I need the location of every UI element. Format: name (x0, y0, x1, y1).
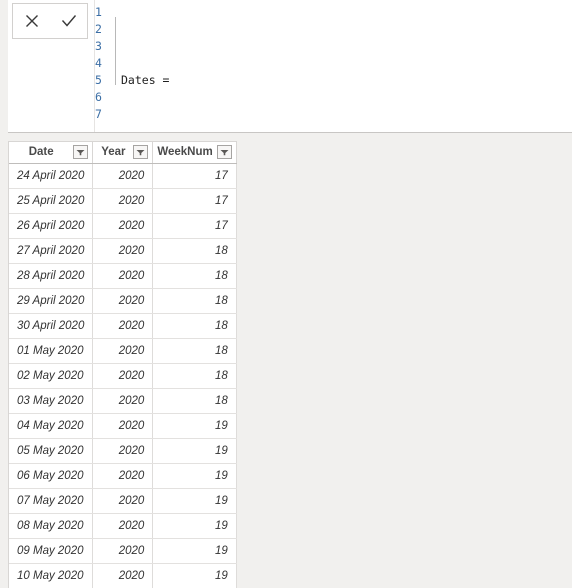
table-row[interactable]: 30 April 2020 2020 18 (9, 313, 237, 339)
line-number: 7 (95, 107, 102, 121)
cell-year[interactable]: 2020 (92, 363, 154, 389)
line-number: 3 (95, 39, 102, 53)
column-header-label: WeekNum (157, 146, 213, 159)
data-preview-grid: Date Year WeekNum 24 April 2020 2020 17 … (8, 141, 237, 588)
measure-name-token: Dates = (121, 73, 170, 87)
column-header-date[interactable]: Date (9, 142, 94, 164)
table-row[interactable]: 09 May 2020 2020 19 (9, 538, 237, 564)
table-row[interactable]: 08 May 2020 2020 19 (9, 513, 237, 539)
column-header-weeknum[interactable]: WeekNum (152, 142, 237, 164)
cell-weeknum[interactable]: 17 (152, 188, 237, 214)
table-header-row: Date Year WeekNum (9, 142, 237, 164)
app-root: 1 2 3 4 5 6 7 Dates = ADDCOLUMNS ( CALEN… (0, 0, 572, 588)
cell-date[interactable]: 09 May 2020 (9, 538, 94, 564)
cell-date[interactable]: 10 May 2020 (9, 563, 94, 588)
table-row[interactable]: 02 May 2020 2020 18 (9, 363, 237, 389)
cell-date[interactable]: 06 May 2020 (9, 463, 94, 489)
dax-code-area[interactable]: Dates = ADDCOLUMNS ( CALENDAR ( MIN ( 'T… (111, 0, 572, 132)
cell-year[interactable]: 2020 (92, 538, 154, 564)
cell-year[interactable]: 2020 (92, 288, 154, 314)
cell-weeknum[interactable]: 18 (152, 313, 237, 339)
table-row[interactable]: 06 May 2020 2020 19 (9, 463, 237, 489)
line-number: 4 (95, 56, 102, 70)
table-row[interactable]: 24 April 2020 2020 17 (9, 163, 237, 189)
cell-year[interactable]: 2020 (92, 463, 154, 489)
column-header-label: Year (101, 146, 126, 159)
cell-year[interactable]: 2020 (92, 313, 154, 339)
cell-weeknum[interactable]: 19 (152, 463, 237, 489)
cell-date[interactable]: 02 May 2020 (9, 363, 94, 389)
cell-year[interactable]: 2020 (92, 338, 154, 364)
table-row[interactable]: 10 May 2020 2020 19 (9, 563, 237, 588)
cell-date[interactable]: 28 April 2020 (9, 263, 94, 289)
cell-date[interactable]: 29 April 2020 (9, 288, 94, 314)
cell-year[interactable]: 2020 (92, 563, 154, 588)
cell-date[interactable]: 04 May 2020 (9, 413, 94, 439)
formula-bar: 1 2 3 4 5 6 7 Dates = ADDCOLUMNS ( CALEN… (8, 0, 572, 133)
check-icon[interactable] (56, 8, 82, 34)
line-number: 2 (95, 22, 102, 36)
table-body: 24 April 2020 2020 17 25 April 2020 2020 17 26… (9, 163, 237, 588)
cell-year[interactable]: 2020 (92, 263, 154, 289)
cell-weeknum[interactable]: 18 (152, 388, 237, 414)
cell-date[interactable]: 05 May 2020 (9, 438, 94, 464)
cell-date[interactable]: 30 April 2020 (9, 313, 94, 339)
cell-date[interactable]: 26 April 2020 (9, 213, 94, 239)
cell-weeknum[interactable]: 19 (152, 538, 237, 564)
table-row[interactable]: 05 May 2020 2020 19 (9, 438, 237, 464)
cell-weeknum[interactable]: 18 (152, 238, 237, 264)
cell-date[interactable]: 24 April 2020 (9, 163, 94, 189)
cell-weeknum[interactable]: 18 (152, 363, 237, 389)
table-row[interactable]: 28 April 2020 2020 18 (9, 263, 237, 289)
cell-date[interactable]: 07 May 2020 (9, 488, 94, 514)
line-number: 1 (95, 5, 102, 19)
cell-weeknum[interactable]: 18 (152, 288, 237, 314)
cell-weeknum[interactable]: 19 (152, 513, 237, 539)
cell-year[interactable]: 2020 (92, 438, 154, 464)
cell-weeknum[interactable]: 19 (152, 488, 237, 514)
table-row[interactable]: 04 May 2020 2020 19 (9, 413, 237, 439)
table-row[interactable]: 03 May 2020 2020 18 (9, 388, 237, 414)
cell-year[interactable]: 2020 (92, 188, 154, 214)
cell-weeknum[interactable]: 19 (152, 563, 237, 588)
table-row[interactable]: 27 April 2020 2020 18 (9, 238, 237, 264)
cell-date[interactable]: 01 May 2020 (9, 338, 94, 364)
line-number-gutter: 1 2 3 4 5 6 7 (95, 0, 111, 132)
filter-dropdown-icon[interactable] (133, 145, 149, 160)
table-row[interactable]: 29 April 2020 2020 18 (9, 288, 237, 314)
line-number: 6 (95, 90, 102, 104)
cell-year[interactable]: 2020 (92, 413, 154, 439)
cell-weeknum[interactable]: 19 (152, 438, 237, 464)
filter-dropdown-icon[interactable] (73, 145, 89, 160)
cell-year[interactable]: 2020 (92, 488, 154, 514)
table-row[interactable]: 07 May 2020 2020 19 (9, 488, 237, 514)
cell-year[interactable]: 2020 (92, 238, 154, 264)
cell-date[interactable]: 25 April 2020 (9, 188, 94, 214)
table-row[interactable]: 01 May 2020 2020 18 (9, 338, 237, 364)
table-head: Date Year WeekNum (9, 142, 237, 164)
cell-date[interactable]: 08 May 2020 (9, 513, 94, 539)
cell-weeknum[interactable]: 17 (152, 213, 237, 239)
cell-weeknum[interactable]: 18 (152, 338, 237, 364)
cell-year[interactable]: 2020 (92, 163, 154, 189)
cell-weeknum[interactable]: 17 (152, 163, 237, 189)
cell-date[interactable]: 27 April 2020 (9, 238, 94, 264)
column-header-year[interactable]: Year (92, 142, 154, 164)
cell-date[interactable]: 03 May 2020 (9, 388, 94, 414)
dax-editor[interactable]: 1 2 3 4 5 6 7 Dates = ADDCOLUMNS ( CALEN… (94, 0, 572, 132)
table-row[interactable]: 25 April 2020 2020 17 (9, 188, 237, 214)
column-header-label: Date (28, 146, 54, 159)
formula-commit-buttons (12, 3, 88, 39)
cell-year[interactable]: 2020 (92, 213, 154, 239)
cell-year[interactable]: 2020 (92, 513, 154, 539)
code-line-1: Dates = (111, 72, 572, 89)
line-number: 5 (95, 73, 102, 87)
cell-weeknum[interactable]: 19 (152, 413, 237, 439)
close-icon[interactable] (19, 8, 45, 34)
preview-table: Date Year WeekNum 24 April 2020 2020 17 … (9, 142, 237, 588)
cell-weeknum[interactable]: 18 (152, 263, 237, 289)
cell-year[interactable]: 2020 (92, 388, 154, 414)
table-row[interactable]: 26 April 2020 2020 17 (9, 213, 237, 239)
filter-dropdown-icon[interactable] (216, 145, 232, 160)
